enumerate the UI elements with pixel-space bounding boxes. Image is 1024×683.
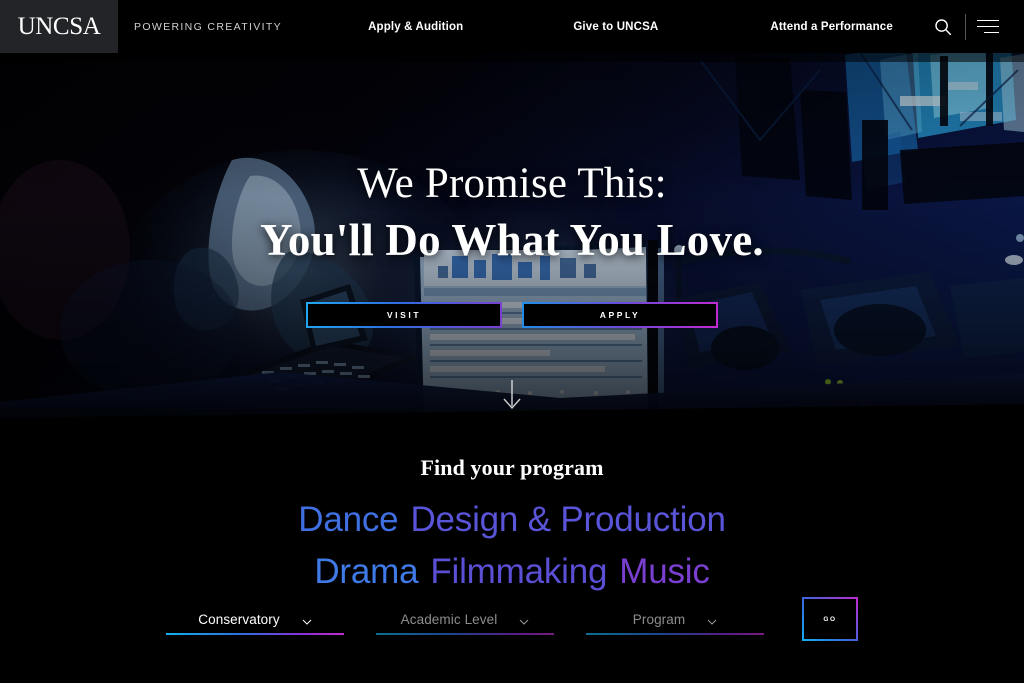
nav-link-give-to-uncsa[interactable]: Give to UNCSA [573,21,658,33]
nav-links: Apply & Audition Give to UNCSA Attend a … [282,0,921,53]
top-navigation-bar: UNCSA POWERING CREATIVITY Apply & Auditi… [0,0,1024,53]
go-button[interactable]: GO [802,597,858,641]
nav-link-apply-audition[interactable]: Apply & Audition [368,21,463,33]
search-icon[interactable] [921,0,965,53]
uncsa-logo[interactable]: UNCSA [0,0,118,53]
hero-headline-line2: You'll Do What You Love. [260,215,764,265]
program-underline [586,633,764,635]
program-dropdown-value: Program [632,611,686,627]
conservatory-underline [166,633,344,635]
arrow-down-icon[interactable] [502,379,522,411]
conservatory-dropdown[interactable]: Conservatory [166,604,344,635]
program-links-list: Dance Design & Production Drama Filmmaking M… [277,497,747,601]
program-link-drama[interactable]: Drama [314,552,418,591]
hamburger-menu-icon[interactable] [966,0,1010,53]
nav-right-controls [921,0,1024,53]
chevron-down-icon [707,614,717,625]
program-link-design-production[interactable]: Design & Production [410,500,725,539]
logo-text: UNCSA [17,13,101,40]
visit-button[interactable]: VISIT [306,302,502,328]
program-dropdown[interactable]: Program [586,604,764,635]
academic-level-dropdown-value: Academic Level [400,611,498,627]
academic-level-underline [376,633,554,635]
program-link-dance[interactable]: Dance [298,500,398,539]
hero-cta-row: VISIT APPLY [306,302,718,328]
hero-headline-line1: We Promise This: [357,160,667,207]
tagline: POWERING CREATIVITY [134,20,282,33]
chevron-down-icon [519,614,529,625]
hero-section: We Promise This: You'll Do What You Love… [0,0,1024,437]
apply-button[interactable]: APPLY [522,302,718,328]
conservatory-dropdown-value: Conservatory [198,611,280,627]
program-link-music[interactable]: Music [619,552,710,591]
hero-content: We Promise This: You'll Do What You Love… [0,0,1024,437]
chevron-down-icon [302,614,312,625]
page-title: Find your program [420,455,604,480]
academic-level-dropdown[interactable]: Academic Level [376,604,554,635]
nav-link-attend-a-performance[interactable]: Attend a Performance [770,21,893,33]
hamburger-lines [977,20,999,33]
program-link-filmmaking[interactable]: Filmmaking [430,552,607,591]
program-filter-bar: Conservatory Academic Level Program GO [0,599,1024,662]
page-root: We Promise This: You'll Do What You Love… [0,0,1024,683]
